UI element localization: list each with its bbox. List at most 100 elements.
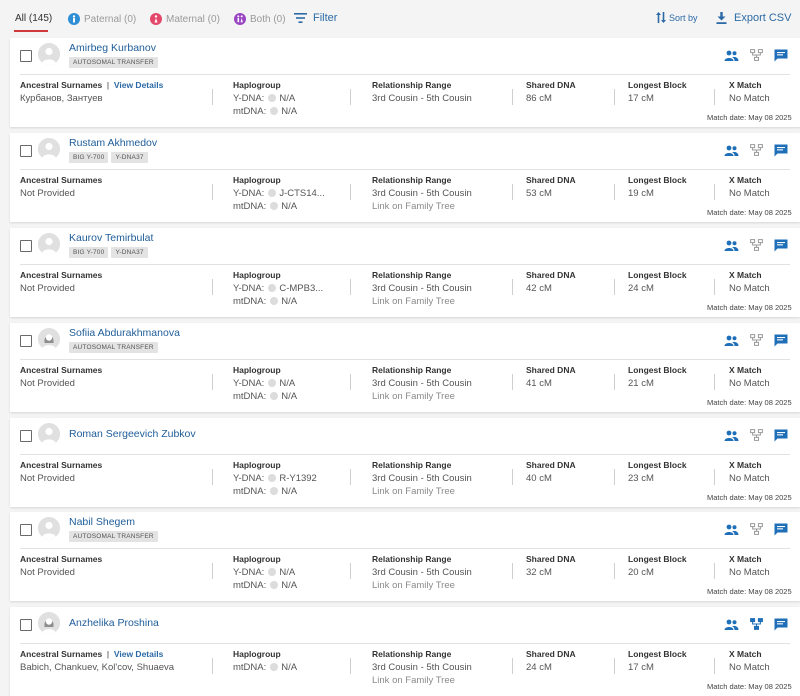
message-icon[interactable] [773, 617, 789, 631]
longest-block-label: Longest Block [628, 175, 687, 185]
mtdna-label: mtDNA: [233, 201, 267, 212]
select-match-checkbox[interactable] [20, 240, 32, 252]
filter-button[interactable]: Filter [294, 12, 337, 24]
mtdna-label: mtDNA: [233, 580, 267, 591]
shared-matches-icon[interactable] [723, 238, 739, 252]
select-match-checkbox[interactable] [20, 430, 32, 442]
tab-all[interactable]: All (145) [15, 13, 52, 24]
label-separator: | [102, 649, 114, 659]
link-on-family-tree[interactable]: Link on Family Tree [372, 486, 455, 497]
match-name[interactable]: Nabil Shegem [69, 516, 135, 528]
mtdna-label: mtDNA: [233, 486, 267, 497]
test-badge: Y-DNA37 [111, 247, 148, 258]
mtdna-value[interactable]: N/A [281, 391, 297, 402]
ydna-value[interactable]: N/A [279, 567, 295, 578]
longest-block-value: 24 cM [628, 283, 654, 294]
message-icon[interactable] [773, 333, 789, 347]
family-tree-icon[interactable] [748, 333, 764, 347]
haplogroup-label: Haplogroup [233, 80, 281, 90]
link-on-family-tree[interactable]: Link on Family Tree [372, 296, 455, 307]
match-card: Rustam Akhmedov BIG Y-700 Y-DNA37 Ancestral… [10, 133, 800, 222]
ydna-row: Y-DNA: R-Y1392 [233, 473, 317, 484]
match-name[interactable]: Roman Sergeevich Zubkov [69, 428, 196, 440]
haplogroup-label: Haplogroup [233, 175, 281, 185]
select-match-checkbox[interactable] [20, 50, 32, 62]
mtdna-value[interactable]: N/A [281, 296, 297, 307]
x-match-label: X Match [729, 460, 762, 470]
link-on-family-tree[interactable]: Link on Family Tree [372, 580, 455, 591]
tab-both[interactable]: Both (0) [234, 13, 286, 25]
ydna-value[interactable]: C-MPB3... [279, 283, 323, 294]
message-icon[interactable] [773, 522, 789, 536]
family-tree-icon[interactable] [748, 238, 764, 252]
message-icon[interactable] [773, 428, 789, 442]
message-icon[interactable] [773, 238, 789, 252]
match-date: Match date: May 08 2025 [707, 398, 792, 407]
match-name[interactable]: Anzhelika Proshina [69, 617, 159, 629]
family-tree-icon[interactable] [748, 522, 764, 536]
shared-dna-label: Shared DNA [526, 270, 576, 280]
view-details-link[interactable]: View Details [114, 80, 163, 90]
message-icon[interactable] [773, 48, 789, 62]
ydna-value[interactable]: J-CTS14... [279, 188, 324, 199]
ydna-value[interactable]: N/A [279, 378, 295, 389]
link-on-family-tree[interactable]: Link on Family Tree [372, 201, 455, 212]
column-separator [614, 279, 615, 295]
match-actions [723, 428, 789, 442]
tab-maternal[interactable]: Maternal (0) [150, 13, 220, 25]
select-match-checkbox[interactable] [20, 524, 32, 536]
message-icon[interactable] [773, 143, 789, 157]
filter-bar: All (145) Paternal (0) Maternal (0) Both… [0, 0, 800, 36]
column-separator [350, 279, 351, 295]
select-match-checkbox[interactable] [20, 335, 32, 347]
x-match-label: X Match [729, 270, 762, 280]
mtdna-value[interactable]: N/A [281, 662, 297, 673]
ydna-row: Y-DNA: J-CTS14... [233, 188, 325, 199]
sort-label: Sort by [669, 12, 698, 23]
select-match-checkbox[interactable] [20, 619, 32, 631]
select-match-checkbox[interactable] [20, 145, 32, 157]
export-label: Export CSV [734, 12, 792, 24]
relationship-label: Relationship Range [372, 649, 452, 659]
match-name[interactable]: Sofiia Abdurakhmanova [69, 327, 180, 339]
ydna-row: Y-DNA: N/A [233, 93, 295, 104]
export-csv-button[interactable]: Export CSV [716, 12, 791, 24]
x-match-label: X Match [729, 80, 762, 90]
haplogroup-label: Haplogroup [233, 554, 281, 564]
link-on-family-tree[interactable]: Link on Family Tree [372, 675, 455, 686]
ydna-value[interactable]: N/A [279, 93, 295, 104]
mtdna-value[interactable]: N/A [281, 201, 297, 212]
active-tab-indicator [14, 30, 48, 32]
shared-matches-icon[interactable] [723, 617, 739, 631]
view-details-link[interactable]: View Details [114, 649, 163, 659]
shared-dna-value: 42 cM [526, 283, 552, 294]
family-tree-icon[interactable] [748, 48, 764, 62]
x-match-value: No Match [729, 378, 770, 389]
shared-matches-icon[interactable] [723, 143, 739, 157]
tab-paternal[interactable]: Paternal (0) [68, 13, 136, 25]
shared-dna-label: Shared DNA [526, 175, 576, 185]
match-name[interactable]: Amirbeg Kurbanov [69, 42, 156, 54]
match-name[interactable]: Kaurov Temirbulat [69, 232, 153, 244]
match-actions [723, 333, 789, 347]
match-name[interactable]: Rustam Akhmedov [69, 137, 157, 149]
ancestral-surnames-text: Ancestral Surnames [20, 649, 103, 659]
mtdna-value[interactable]: N/A [281, 106, 297, 117]
test-badge: BIG Y-700 [69, 247, 109, 258]
shared-matches-icon[interactable] [723, 333, 739, 347]
sort-button[interactable]: Sort by [656, 12, 698, 23]
shared-matches-icon[interactable] [723, 428, 739, 442]
relationship-label: Relationship Range [372, 80, 452, 90]
family-tree-icon[interactable] [748, 617, 764, 631]
ancestral-surnames-text: Ancestral Surnames [20, 80, 103, 90]
family-tree-icon[interactable] [748, 428, 764, 442]
ydna-value[interactable]: R-Y1392 [279, 473, 317, 484]
mtdna-value[interactable]: N/A [281, 486, 297, 497]
column-separator [212, 89, 213, 105]
link-on-family-tree[interactable]: Link on Family Tree [372, 391, 455, 402]
mtdna-value[interactable]: N/A [281, 580, 297, 591]
shared-matches-icon[interactable] [723, 48, 739, 62]
ancestral-surnames-label: Ancestral Surnames [20, 460, 102, 470]
family-tree-icon[interactable] [748, 143, 764, 157]
shared-matches-icon[interactable] [723, 522, 739, 536]
